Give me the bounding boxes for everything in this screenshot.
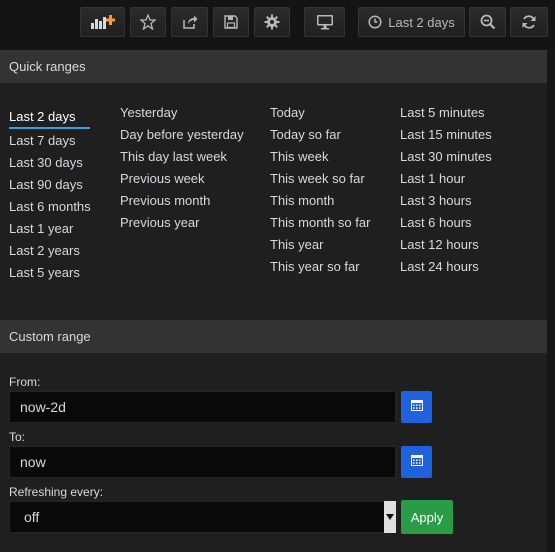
quick-ranges-column-1: Last 2 days Last 7 days Last 30 days Las… <box>9 105 91 284</box>
quick-ranges-column-3: Today Today so far This week This week s… <box>270 102 370 278</box>
to-input[interactable]: now <box>9 446 396 478</box>
quick-range-item[interactable]: Yesterday <box>120 102 244 124</box>
to-calendar-button[interactable] <box>401 446 432 478</box>
add-panel-icon <box>90 14 116 30</box>
apply-button[interactable]: Apply <box>401 500 453 534</box>
quick-range-item[interactable]: Last 30 days <box>9 152 91 174</box>
calendar-icon <box>410 453 423 471</box>
view-mode-button[interactable] <box>304 7 345 37</box>
zoom-out-icon <box>480 14 496 30</box>
quick-range-item[interactable]: Last 1 year <box>9 218 91 240</box>
quick-range-item[interactable]: Today so far <box>270 124 370 146</box>
refresh-icon <box>521 14 537 30</box>
monitor-icon <box>316 14 334 30</box>
quick-ranges-column-4: Last 5 minutes Last 15 minutes Last 30 m… <box>400 102 492 278</box>
zoom-out-button[interactable] <box>469 7 506 37</box>
save-icon <box>224 15 238 29</box>
quick-range-item[interactable]: This week so far <box>270 168 370 190</box>
from-calendar-button[interactable] <box>401 391 432 423</box>
custom-range-header: Custom range <box>0 320 547 353</box>
quick-range-item[interactable]: Last 2 days <box>9 105 90 129</box>
share-dashboard-button[interactable] <box>171 7 208 37</box>
quick-range-item[interactable]: This month <box>270 190 370 212</box>
to-label: To: <box>9 430 26 444</box>
refresh-interval-label: Refreshing every: <box>9 485 104 499</box>
star-icon <box>140 14 156 30</box>
from-input[interactable]: now-2d <box>9 391 396 423</box>
star-dashboard-button[interactable] <box>130 7 166 37</box>
time-range-picker-button[interactable]: Last 2 days <box>358 7 465 37</box>
scroll-edge <box>547 50 555 552</box>
quick-range-item[interactable]: Last 15 minutes <box>400 124 492 146</box>
share-icon <box>182 14 198 30</box>
quick-range-item[interactable]: This year so far <box>270 256 370 278</box>
quick-range-item[interactable]: Last 5 years <box>9 262 91 284</box>
quick-range-item[interactable]: Today <box>270 102 370 124</box>
quick-range-item[interactable]: Last 6 hours <box>400 212 492 234</box>
quick-range-item[interactable]: Last 7 days <box>9 130 91 152</box>
quick-range-item[interactable]: This day last week <box>120 146 244 168</box>
calendar-icon <box>410 398 423 416</box>
quick-range-item[interactable]: Last 12 hours <box>400 234 492 256</box>
quick-range-item[interactable]: Last 2 years <box>9 240 91 262</box>
quick-range-item[interactable]: Last 5 minutes <box>400 102 492 124</box>
clock-icon <box>368 15 382 29</box>
quick-range-item[interactable]: Last 3 hours <box>400 190 492 212</box>
quick-range-item[interactable]: Last 30 minutes <box>400 146 492 168</box>
quick-range-item[interactable]: Last 24 hours <box>400 256 492 278</box>
time-range-label: Last 2 days <box>388 14 455 30</box>
refresh-interval-select[interactable]: off <box>9 501 396 533</box>
quick-range-item[interactable]: Last 90 days <box>9 174 91 196</box>
quick-range-item[interactable]: This month so far <box>270 212 370 234</box>
dashboard-navbar: Last 2 days <box>0 0 555 44</box>
quick-range-item[interactable]: Last 6 months <box>9 196 91 218</box>
save-dashboard-button[interactable] <box>213 7 249 37</box>
quick-range-item[interactable]: Last 1 hour <box>400 168 492 190</box>
refresh-button[interactable] <box>510 7 548 37</box>
quick-range-item[interactable]: Day before yesterday <box>120 124 244 146</box>
quick-range-item[interactable]: Previous week <box>120 168 244 190</box>
quick-ranges-header: Quick ranges <box>0 50 547 83</box>
from-label: From: <box>9 375 41 389</box>
chevron-down-icon[interactable] <box>384 501 396 533</box>
gear-icon <box>264 14 280 30</box>
quick-range-item[interactable]: This week <box>270 146 370 168</box>
quick-range-item[interactable]: This year <box>270 234 370 256</box>
add-panel-button[interactable] <box>80 7 125 37</box>
quick-range-item[interactable]: Previous year <box>120 212 244 234</box>
settings-button[interactable] <box>254 7 290 37</box>
quick-ranges-column-2: Yesterday Day before yesterday This day … <box>120 102 244 234</box>
quick-range-item[interactable]: Previous month <box>120 190 244 212</box>
